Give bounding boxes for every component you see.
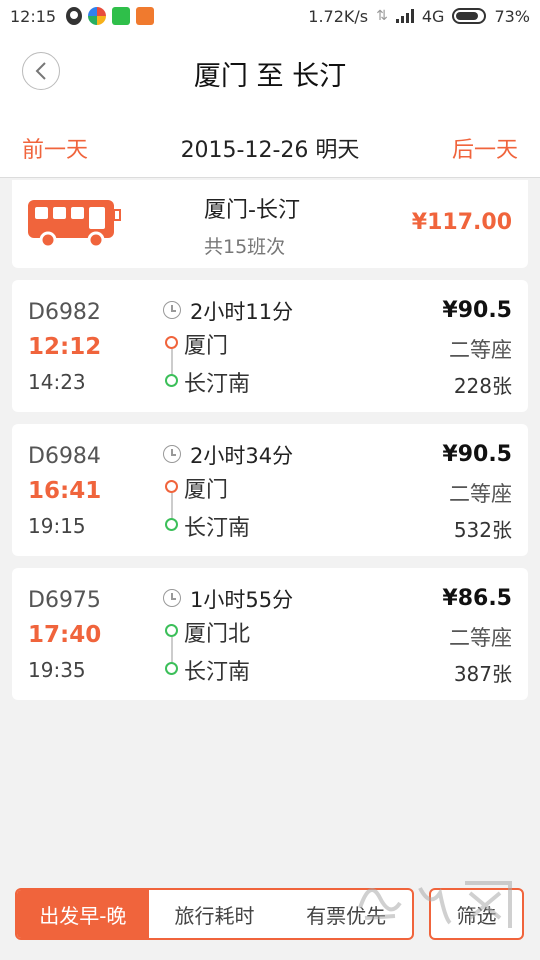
network-speed: 1.72K/s [308,6,369,26]
qq-notification-icon [66,7,83,25]
destination-dot-icon [165,374,178,387]
train-card[interactable]: D6982 12:12 14:23 2小时11分 厦门 长汀南 ¥90.5 二等… [12,280,528,412]
filter-button[interactable]: 筛选 [429,888,524,940]
clock-icon [163,589,181,607]
clock-icon [163,301,181,319]
destination-dot-icon [165,518,178,531]
to-station: 长汀南 [184,660,251,685]
destination-dot-icon [165,662,178,675]
network-type: 4G [421,6,445,26]
tickets-remaining: 532张 [453,518,512,542]
tickets-remaining: 228张 [453,374,512,398]
from-station: 厦门 [184,334,229,359]
to-station: 长汀南 [184,516,251,541]
ticket-price: ¥86.5 [442,586,512,611]
train-number: D6975 [28,588,101,613]
arrival-time: 19:35 [28,658,86,682]
from-station: 厦门北 [184,622,251,647]
departure-time: 16:41 [28,478,102,504]
travel-duration: 2小时34分 [190,444,294,468]
page-title: 厦门 至 长汀 [193,61,347,92]
status-time: 12:15 [10,6,57,26]
train-card[interactable]: D6975 17:40 19:35 1小时55分 厦门北 长汀南 ¥86.5 二… [12,568,528,700]
seat-type: 二等座 [449,626,512,650]
bus-option-card[interactable]: 厦门-长汀 共15班次 ¥117.00 [12,180,528,268]
sort-by-departure-button[interactable]: 出发早-晚 [17,890,149,938]
arrival-time: 14:23 [28,370,86,394]
travel-duration: 2小时11分 [190,300,294,324]
bus-trip-count: 共15班次 [204,236,286,258]
signal-icon [395,9,414,23]
train-number: D6984 [28,444,101,469]
ticket-price: ¥90.5 [442,442,512,467]
battery-level: 73% [494,6,530,26]
origin-dot-icon [165,480,178,493]
header: 厦门 至 长汀 [0,32,540,112]
bus-route: 厦门-长汀 [204,198,300,223]
origin-dot-icon [165,624,178,637]
to-station: 长汀南 [184,372,251,397]
sort-by-availability-button[interactable]: 有票优先 [280,890,412,938]
from-station: 厦门 [184,478,229,503]
departure-time: 12:12 [28,334,102,360]
browser-notification-icon [88,7,107,25]
battery-icon [452,8,487,24]
travel-duration: 1小时55分 [190,588,294,612]
bus-price: ¥117.00 [411,210,512,235]
data-transfer-icon: ⇅ [376,8,388,24]
status-right: 1.72K/s ⇅ 4G 73% [308,7,530,26]
bottom-bar: 出发早-晚 旅行耗时 有票优先 筛选 [0,868,540,960]
seat-type: 二等座 [449,338,512,362]
route-connector [171,349,173,374]
app-notification-icon-2 [136,7,155,25]
train-number: D6982 [28,300,101,325]
sort-by-duration-button[interactable]: 旅行耗时 [149,890,281,938]
departure-time: 17:40 [28,622,102,648]
origin-dot-icon [165,336,178,349]
train-card[interactable]: D6984 16:41 19:15 2小时34分 厦门 长汀南 ¥90.5 二等… [12,424,528,556]
route-connector [171,637,173,662]
app-notification-icon [112,7,131,25]
ticket-price: ¥90.5 [442,298,512,323]
date-bar: 前一天 2015-12-26 明天 后一天 [0,112,540,178]
next-day-button[interactable]: 后一天 [452,132,518,164]
tickets-remaining: 387张 [453,662,512,686]
clock-icon [163,445,181,463]
bus-icon [28,200,121,249]
sort-segmented-control: 出发早-晚 旅行耗时 有票优先 [15,888,414,940]
seat-type: 二等座 [449,482,512,506]
status-bar: 12:15 1.72K/s ⇅ 4G 73% [0,0,540,32]
route-connector [171,493,173,518]
arrival-time: 19:15 [28,514,86,538]
